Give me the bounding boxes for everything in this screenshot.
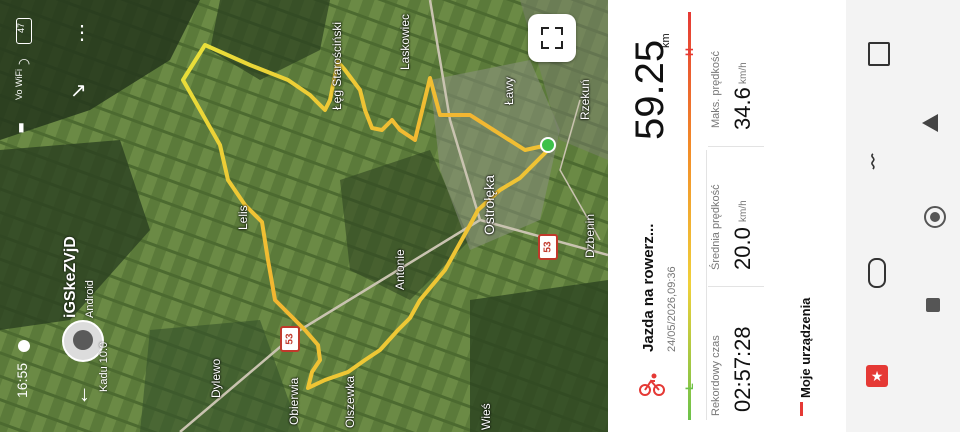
road-badge: 53 xyxy=(538,234,558,260)
home-circle-icon[interactable] xyxy=(924,206,946,228)
wifi-icon: ◠ xyxy=(18,55,31,71)
back-triangle-icon[interactable] xyxy=(922,114,938,132)
battery-level: 47 xyxy=(16,22,26,33)
distance-value: 59.25 xyxy=(628,39,672,140)
bike-icon xyxy=(638,370,666,398)
my-devices-panel[interactable]: Moje urządzenia xyxy=(778,0,846,432)
back-icon[interactable]: ← xyxy=(68,384,94,406)
place-label: Lelis xyxy=(236,205,250,230)
max-speed-value: 34.6 xyxy=(730,87,755,130)
my-devices-label: Moje urządzenia xyxy=(798,297,813,398)
road-badge: 53 xyxy=(280,326,300,352)
avg-speed-unit: km/h xyxy=(738,200,749,222)
scale-high: H xyxy=(684,48,696,56)
facebook-icon xyxy=(18,340,30,352)
distance-unit: km xyxy=(660,33,672,48)
avg-speed-label: Średnia prędkość xyxy=(710,184,722,270)
place-label: Łęg Starościński xyxy=(330,21,344,110)
share-icon[interactable]: ↗ xyxy=(70,78,87,103)
record-time-label: Rekordowy czas xyxy=(710,335,722,416)
speed-scale xyxy=(688,12,691,420)
scale-low: L xyxy=(684,383,696,390)
navigation-bar: ⌇ ★ xyxy=(846,0,960,432)
user-platform: Android xyxy=(84,280,96,318)
place-label: Dylewo xyxy=(209,358,223,398)
signal-icon: ▮ xyxy=(18,120,25,134)
place-label: Olszewka xyxy=(343,375,357,428)
user-name: iGSkeZVjD xyxy=(62,236,79,318)
place-label: Rzekuń xyxy=(578,79,592,120)
avg-speed-value: 20.0 xyxy=(730,227,755,270)
tag-icon[interactable] xyxy=(868,258,886,288)
app-star-icon[interactable]: ★ xyxy=(866,365,888,387)
recents-icon[interactable] xyxy=(868,42,890,66)
route-map[interactable]: Łęg Starościński Laskowiec Ławy Rzekuń L… xyxy=(0,0,608,432)
place-label: Antonie xyxy=(393,249,407,290)
satellite-background xyxy=(0,0,608,432)
activity-card[interactable]: H L Jazda na rowerz... 24/05/2026,09:36 … xyxy=(608,0,772,432)
fullscreen-button[interactable] xyxy=(528,14,576,62)
expand-icon xyxy=(541,27,563,49)
user-sub: Kadu 10.0 xyxy=(98,341,110,392)
max-speed-label: Maks. prędkość xyxy=(710,50,722,128)
activity-datetime: 24/05/2026,09:36 xyxy=(666,266,678,352)
status-time: 16:55 xyxy=(14,362,30,398)
network-label: Vo WiFi xyxy=(14,68,24,100)
chart-icon[interactable]: ⌇ xyxy=(868,150,878,175)
record-time-value: 02:57:28 xyxy=(730,326,755,412)
max-speed-unit: km/h xyxy=(738,62,749,84)
stop-square-icon[interactable] xyxy=(926,298,940,312)
place-label: Dzbenin xyxy=(583,213,597,258)
place-label: Laskowiec xyxy=(398,13,412,70)
start-marker xyxy=(540,137,556,153)
place-label: Wieś xyxy=(479,403,493,430)
place-label: Ławy xyxy=(502,76,516,105)
activity-title: Jazda na rowerz... xyxy=(640,223,657,352)
place-label: Obierwia xyxy=(287,377,301,425)
place-label: Ostrołęka xyxy=(481,175,497,235)
battery-icon: 47 xyxy=(16,18,32,44)
more-icon[interactable]: ⋮ xyxy=(72,23,92,43)
